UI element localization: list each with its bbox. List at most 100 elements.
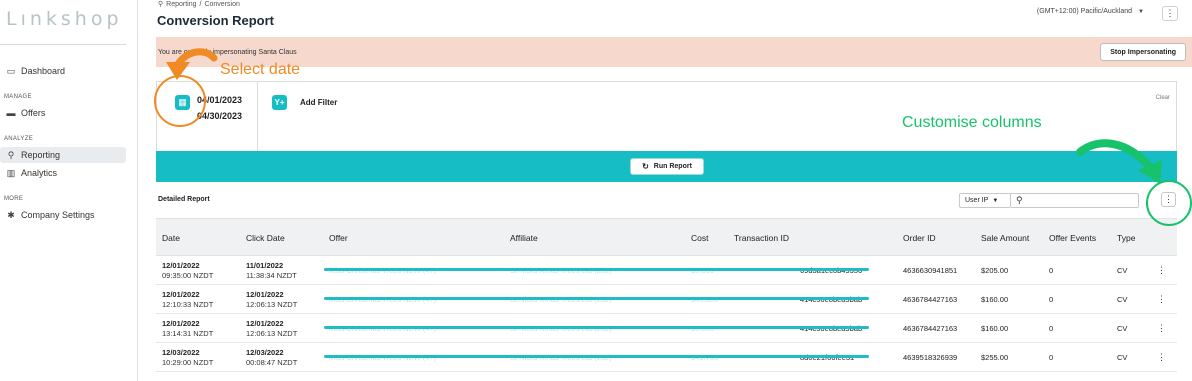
cell-date: 12/01/2022: [162, 319, 200, 328]
column-header-cost[interactable]: Cost: [691, 233, 708, 243]
sidebar-item-company-settings[interactable]: ✱ Company Settings: [0, 207, 126, 223]
annotation-select-date: Select date: [220, 61, 301, 78]
cell-click-date: 12/01/2022: [246, 290, 284, 299]
redaction-line: [324, 268, 869, 271]
cell-type: CV: [1117, 324, 1128, 333]
cell-date-time: 13:14:31 NZDT: [162, 329, 214, 338]
run-report-label: Run Report: [653, 163, 692, 170]
sidebar: Lınkshop ▭ Dashboard MANAGE ▬ Offers ANA…: [0, 0, 138, 381]
run-report-bar: ↻ Run Report: [156, 151, 1177, 182]
cell-click-date: 11/01/2022: [246, 261, 284, 270]
cell-click-time: 12:06:13 NZDT: [246, 300, 298, 309]
customise-columns-button[interactable]: ⋮: [1161, 192, 1176, 207]
sidebar-item-label: Reporting: [21, 150, 61, 160]
row-menu-button[interactable]: ⋮: [1157, 352, 1166, 363]
cell-offer-events: 0: [1049, 324, 1054, 333]
cell-click-time: 11:38:34 NZDT: [246, 271, 297, 280]
clear-filters-link[interactable]: Clear: [1156, 95, 1170, 101]
column-header-type[interactable]: Type: [1117, 233, 1135, 243]
cell-order-id: 4636630941851: [903, 266, 958, 275]
column-header-sale-amount[interactable]: Sale Amount: [981, 233, 1029, 243]
chevron-down-icon: ▼: [1138, 8, 1144, 15]
row-menu-button[interactable]: ⋮: [1157, 265, 1166, 276]
sidebar-item-offers[interactable]: ▬ Offers: [0, 105, 126, 121]
column-header-offer[interactable]: Offer: [329, 233, 348, 243]
annotation-customise-columns: Customise columns: [902, 114, 1042, 131]
app-root: { "sidebar": { "logo": "Lınkshop", "item…: [0, 0, 1192, 381]
cell-order-id: 4639518326939: [903, 353, 958, 362]
section-label-manage: MANAGE: [4, 94, 32, 100]
column-header-transaction-id[interactable]: Transaction ID: [734, 233, 789, 243]
breadcrumb-reporting[interactable]: Reporting: [166, 1, 196, 8]
page-menu-button[interactable]: ⋮: [1162, 6, 1178, 21]
cell-offer-events: 0: [1049, 353, 1054, 362]
banner-text: You are currently impersonating Santa Cl…: [158, 49, 297, 56]
main-content: ⚲ Reporting / Conversion Conversion Repo…: [138, 0, 1192, 381]
cell-date-time: 09:35:00 NZDT: [162, 271, 214, 280]
chevron-down-icon: ▼: [992, 197, 999, 204]
sidebar-item-label: Dashboard: [21, 66, 66, 76]
cell-date: 12/03/2022: [162, 348, 200, 357]
section-label-analyze: ANALYZE: [4, 136, 33, 142]
sidebar-item-label: Offers: [21, 108, 46, 118]
app-logo: Lınkshop: [6, 8, 123, 30]
column-header-date[interactable]: Date: [162, 233, 180, 243]
run-report-button[interactable]: ↻ Run Report: [630, 158, 704, 175]
column-header-order-id[interactable]: Order ID: [903, 233, 936, 243]
kebab-icon: ⋮: [1165, 8, 1175, 18]
cell-click-date: 12/01/2022: [246, 319, 284, 328]
cell-offer-events: 0: [1049, 266, 1054, 275]
breadcrumb: ⚲ Reporting / Conversion: [158, 0, 240, 9]
search-input[interactable]: ⚲: [1011, 193, 1139, 208]
cell-offer-events: 0: [1049, 295, 1054, 304]
column-header-offer-events[interactable]: Offer Events: [1049, 233, 1096, 243]
report-table: Date Click Date Offer Affiliate Cost Tra…: [156, 218, 1177, 372]
folder-icon: ▬: [6, 108, 16, 118]
refresh-icon: ↻: [642, 162, 649, 171]
cell-date-time: 10:29:00 NZDT: [162, 358, 214, 367]
table-row[interactable]: 12/01/2022 12:10:33 NZDT 12/01/2022 12:0…: [156, 285, 1177, 314]
search-field-label: User IP: [965, 197, 989, 204]
add-filter-button[interactable]: Add Filter: [300, 98, 337, 107]
bar-chart-icon: ▥: [6, 167, 16, 178]
search-field-select[interactable]: User IP ▼: [959, 193, 1011, 208]
row-menu-button[interactable]: ⋮: [1157, 323, 1166, 334]
section-label-more: MORE: [4, 196, 24, 202]
table-row[interactable]: 12/01/2022 09:35:00 NZDT 11/01/2022 11:3…: [156, 256, 1177, 285]
cell-sale-amount: $160.00: [981, 324, 1009, 333]
date-to[interactable]: 04/30/2023: [197, 111, 242, 121]
date-from[interactable]: 04/01/2023: [197, 95, 242, 105]
timezone-select[interactable]: (GMT+12:00) Pacific/Auckland ▼: [1037, 8, 1144, 15]
redaction-line: [324, 297, 869, 300]
divider: [0, 44, 126, 45]
impersonation-banner: You are currently impersonating Santa Cl…: [156, 37, 1192, 67]
date-picker-button[interactable]: ▦: [175, 95, 190, 110]
gear-icon: ✱: [7, 209, 15, 220]
row-menu-button[interactable]: ⋮: [1157, 294, 1166, 305]
cell-order-id: 4636784427163: [903, 324, 958, 333]
sidebar-item-label: Analytics: [21, 168, 58, 178]
timezone-label: (GMT+12:00) Pacific/Auckland: [1036, 8, 1133, 15]
page-title: Conversion Report: [157, 13, 275, 28]
breadcrumb-conversion: Conversion: [204, 0, 240, 8]
table-row[interactable]: 12/01/2022 13:14:31 NZDT 12/01/2022 12:0…: [156, 314, 1177, 343]
cell-order-id: 4636784427163: [903, 295, 958, 304]
sidebar-item-reporting[interactable]: ⚲ Reporting: [0, 147, 126, 163]
reporting-icon: ⚲: [7, 149, 15, 160]
sidebar-item-dashboard[interactable]: ▭ Dashboard: [0, 63, 126, 79]
sidebar-item-analytics[interactable]: ▥ Analytics: [0, 165, 126, 181]
filter-plus-icon: Y+: [274, 98, 285, 107]
table-row[interactable]: 12/03/2022 10:29:00 NZDT 12/03/2022 00:0…: [156, 343, 1177, 372]
column-header-click-date[interactable]: Click Date: [246, 233, 285, 243]
stop-impersonating-button[interactable]: Stop Impersonating: [1100, 43, 1186, 61]
cell-sale-amount: $160.00: [981, 295, 1009, 304]
add-filter-icon-button[interactable]: Y+: [272, 95, 287, 110]
cell-click-date: 12/03/2022: [246, 348, 284, 357]
calendar-icon: ▦: [178, 97, 187, 107]
divider: [257, 82, 258, 152]
column-header-affiliate[interactable]: Affiliate: [510, 233, 538, 243]
cell-click-time: 00:08:47 NZDT: [246, 358, 298, 367]
cell-date-time: 12:10:33 NZDT: [162, 300, 214, 309]
cell-sale-amount: $205.00: [981, 266, 1009, 275]
cell-type: CV: [1117, 295, 1128, 304]
